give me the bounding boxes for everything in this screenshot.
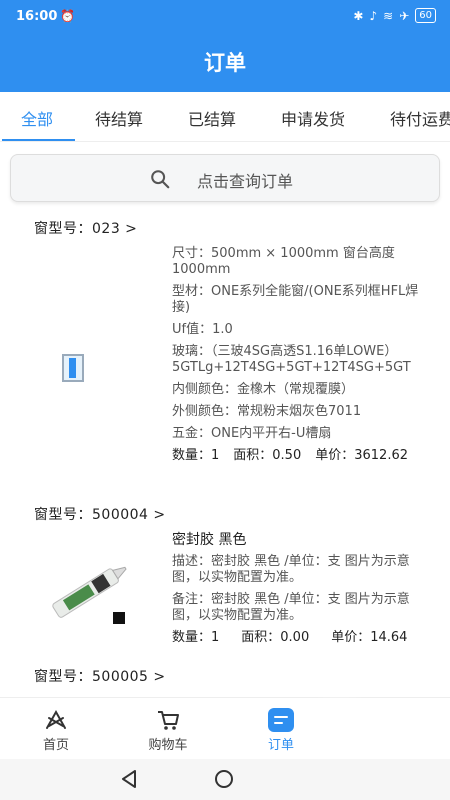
order-tabs: 全部 待结算 已结算 申请发货 待付运费 [0,92,450,142]
order-title[interactable]: 窗型号：500005 > [34,666,166,686]
search-input[interactable]: 点击查询订单 [197,168,293,192]
tab-home-label: 首页 [42,738,69,753]
size-text: 尺寸：500mm × 1000mm 窗台高度1000mm [172,246,395,277]
tab-cart-label: 购物车 [148,738,188,753]
touch-ripple [300,690,380,760]
order-title[interactable]: 窗型号：023 > [34,218,137,238]
order-summary: 数量：1 面积：0.50 单价：3612.62 [172,448,422,464]
page-title: 订单 [0,34,450,92]
back-icon[interactable] [120,769,138,789]
note-text: 备注：密封胶 黑色 /单位：支 图片为示意图，以实物配置为准。 [172,592,410,623]
area-text: 面积：0.50 [233,448,302,463]
cart-icon [158,711,179,730]
order-details: 尺寸：500mm × 1000mm 窗台高度1000mm 型材：ONE系列全能窗… [172,246,422,470]
tab-all[interactable]: 全部 [21,106,53,130]
order-title[interactable]: 窗型号：500004 > [34,504,166,524]
search-icon [151,170,170,189]
uf-text: Uf值：1.0 [172,322,233,337]
color-swatch [113,612,125,624]
order-icon [268,708,294,732]
mute-icon: ♪ [369,8,378,23]
tab-orders-label: 订单 [267,738,294,753]
tab-cart[interactable]: 购物车 [128,708,208,753]
airplane-icon: ✈ [399,8,410,23]
product-image [62,354,84,382]
system-nav-bar [0,759,450,800]
inner-color-text: 内侧颜色：金橡木（常规覆膜） [172,382,355,397]
battery-icon: 60 [415,8,436,23]
home-nav-icon[interactable] [215,770,233,788]
profile-text: 型材：ONE系列全能窗/(ONE系列框HFL焊接) [172,284,419,315]
product-name: 密封胶 黑色 [172,532,247,548]
tab-pending-freight[interactable]: 待付运费 [390,106,450,130]
wifi-icon: ≋ [383,8,394,23]
bottom-tab-bar: 首页 购物车 订单 [0,697,450,759]
bluetooth-icon: ✱ [353,8,364,23]
outer-color-text: 外侧颜色：常规粉末烟灰色7011 [172,404,362,419]
alarm-icon: ⏰ [60,9,75,23]
tab-apply-shipment[interactable]: 申请发货 [281,106,345,130]
tab-pending-settlement[interactable]: 待结算 [95,106,143,130]
area-text: 面积：0.00 [241,630,310,645]
price-text: 单价：14.64 [331,630,408,645]
status-time: 16:00 [16,9,58,24]
price-text: 单价：3612.62 [315,448,408,463]
order-details: 密封胶 黑色 描述：密封胶 黑色 /单位：支 图片为示意图，以实物配置为准。 备… [172,532,422,652]
status-icons: ✱ ♪ ≋ ✈ 60 [353,8,436,23]
tab-indicator [2,139,75,141]
status-bar: 16:00 ⏰ ✱ ♪ ≋ ✈ 60 [0,0,450,34]
tab-settled[interactable]: 已结算 [188,106,236,130]
description-text: 描述：密封胶 黑色 /单位：支 图片为示意图，以实物配置为准。 [172,554,410,585]
quantity-text: 数量：1 [172,630,220,645]
search-bar[interactable]: 点击查询订单 [10,154,440,202]
order-summary: 数量：1 面积：0.00 单价：14.64 [172,630,422,646]
tab-home[interactable]: 首页 [16,708,96,753]
glass-text: 玻璃：（三玻4SG高透S1.16单LOWE）5GTLg+12T4SG+5GT+1… [172,344,411,375]
quantity-text: 数量：1 [172,448,220,463]
hardware-text: 五金：ONE内平开右-U槽扇 [172,426,332,441]
home-icon [46,709,66,729]
